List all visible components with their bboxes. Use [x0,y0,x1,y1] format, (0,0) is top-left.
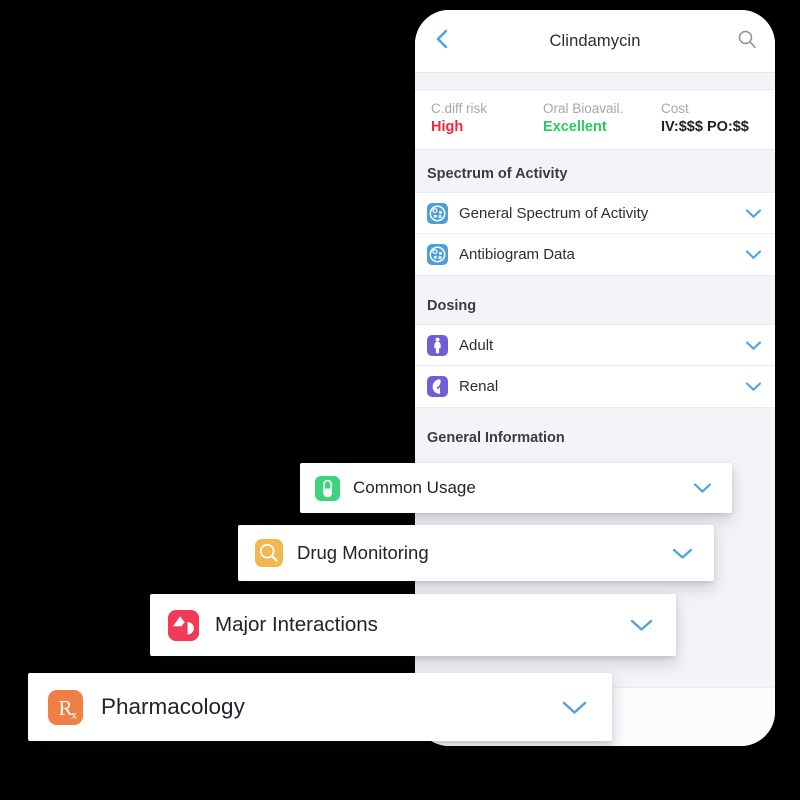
back-button[interactable] [427,26,457,56]
section-header-general-information: General Information [415,408,775,456]
row-general-spectrum-of-activity[interactable]: General Spectrum of Activity [415,192,775,234]
petri-dish-icon [427,244,448,265]
card-major-interactions[interactable]: Major Interactions [150,594,676,656]
stat-oral-bioavailability: Oral Bioavail. Excellent [543,100,661,137]
rx-icon: R x [48,689,83,725]
stat-label: Oral Bioavail. [543,101,624,116]
card-pharmacology[interactable]: R x Pharmacology [28,673,612,741]
card-drug-monitoring[interactable]: Drug Monitoring [238,525,714,581]
card-label: Common Usage [353,478,476,497]
card-label: Pharmacology [101,694,245,719]
stat-value: Excellent [543,119,607,135]
row-label: General Spectrum of Activity [459,204,649,222]
svg-text:x: x [71,707,77,721]
app-navbar: Clindamycin [415,10,775,72]
card-common-usage[interactable]: Common Usage [300,463,732,513]
petri-dish-icon [427,202,448,224]
stat-label: C.diff risk [431,101,488,116]
chevron-down-icon[interactable] [745,340,762,351]
card-label: Drug Monitoring [297,542,429,563]
chevron-left-icon [435,28,449,55]
row-label: Adult [459,336,494,354]
row-adult-dosing[interactable]: Adult [415,324,775,366]
drug-stats-strip: C.diff risk High Oral Bioavail. Excellen… [415,90,775,150]
chevron-down-icon[interactable] [630,618,653,632]
row-antibiogram-data[interactable]: Antibiogram Data [415,234,775,276]
chevron-down-icon[interactable] [672,547,693,560]
chevron-down-icon[interactable] [693,482,712,494]
chevron-down-icon[interactable] [745,381,762,392]
search-button[interactable] [733,27,761,55]
search-icon [737,29,757,54]
section-header-dosing: Dosing [415,276,775,324]
magnifier-icon [255,539,283,567]
row-renal-dosing[interactable]: Renal [415,366,775,408]
person-icon [427,334,448,356]
chevron-down-icon[interactable] [745,208,762,219]
row-label: Antibiogram Data [459,246,575,263]
pill-capsule-icon [315,475,340,501]
card-label: Major Interactions [215,613,378,636]
section-header-spectrum: Spectrum of Activity [415,150,775,192]
kidney-icon [427,376,448,397]
stat-value: High [431,119,464,135]
interaction-warning-icon [168,609,199,641]
stat-label: Cost [661,101,689,116]
stat-value: IV:$$$ PO:$$ [661,119,749,135]
navbar-divider-gap [415,72,775,90]
row-label: Renal [459,378,499,395]
stat-cost: Cost IV:$$$ PO:$$ [661,100,749,137]
chevron-down-icon[interactable] [745,249,762,260]
stat-cdiff-risk: C.diff risk High [431,100,543,137]
page-title: Clindamycin [549,31,641,50]
screenshot-canvas: Clindamycin C.diff risk High Oral Bioava… [0,0,800,800]
chevron-down-icon[interactable] [562,700,587,715]
